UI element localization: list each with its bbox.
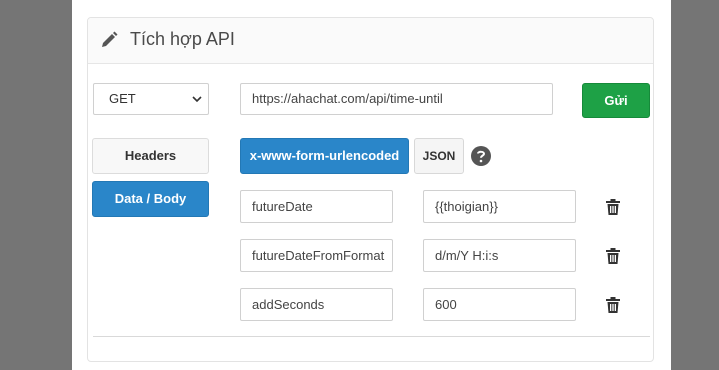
tab-headers[interactable]: Headers — [92, 138, 209, 174]
chevron-down-icon — [192, 96, 202, 103]
url-input[interactable]: https://ahachat.com/api/time-until — [240, 83, 553, 115]
param-key-input[interactable]: addSeconds — [240, 288, 393, 321]
trash-icon[interactable] — [606, 199, 620, 215]
format-json-button[interactable]: JSON — [414, 138, 464, 174]
method-select[interactable]: GET — [93, 83, 209, 115]
param-key-input[interactable]: futureDate — [240, 190, 393, 223]
trash-icon[interactable] — [606, 297, 620, 313]
param-value-input[interactable]: d/m/Y H:i:s — [423, 239, 576, 272]
param-key-input[interactable]: futureDateFromFormat — [240, 239, 393, 272]
trash-icon[interactable] — [606, 248, 620, 264]
help-icon[interactable] — [471, 146, 491, 166]
param-value-input[interactable]: 600 — [423, 288, 576, 321]
panel-header: Tích hợp API — [88, 18, 653, 64]
api-integration-panel: Tích hợp API GET https://ahachat.com/api… — [87, 17, 654, 362]
send-button[interactable]: Gửi — [582, 83, 650, 118]
pencil-icon — [102, 31, 118, 47]
method-value: GET — [109, 91, 136, 106]
divider — [93, 336, 650, 337]
panel-title: Tích hợp API — [130, 29, 235, 49]
format-urlencoded-button[interactable]: x-www-form-urlencoded — [240, 138, 409, 174]
tab-data-body[interactable]: Data / Body — [92, 181, 209, 217]
api-dialog: Tích hợp API GET https://ahachat.com/api… — [72, 0, 671, 370]
param-value-input[interactable]: {{thoigian}} — [423, 190, 576, 223]
